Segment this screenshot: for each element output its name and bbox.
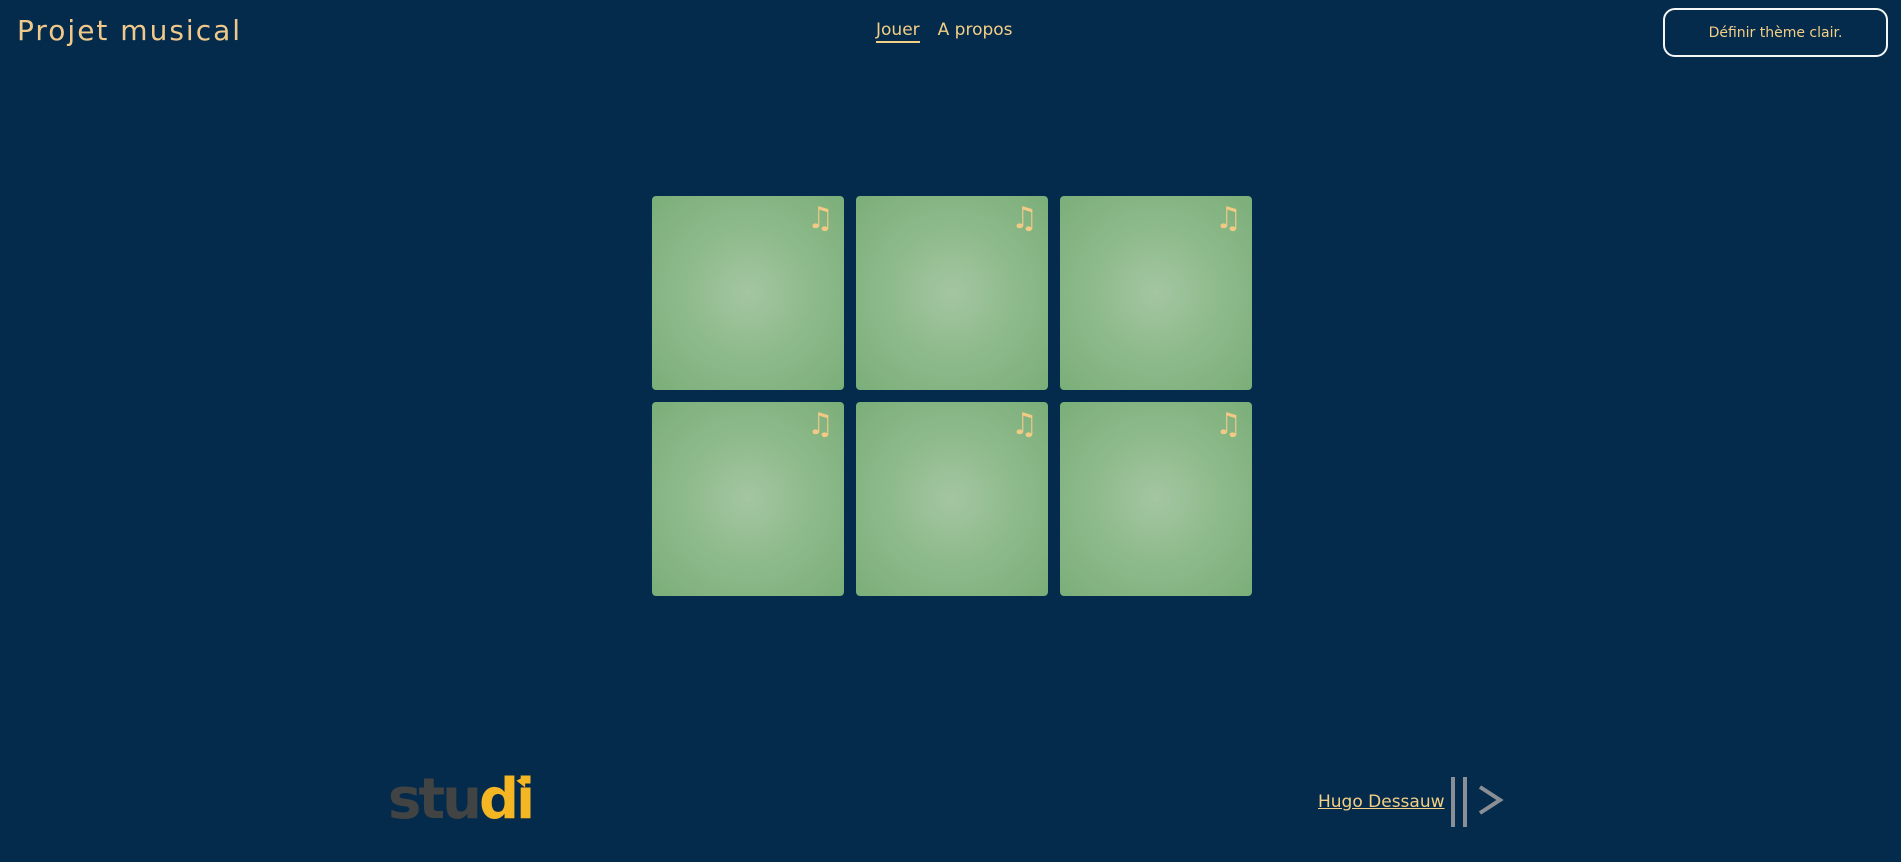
theme-toggle-button[interactable]: Définir thème clair. (1663, 8, 1888, 57)
site-title: Projet musical (17, 14, 243, 47)
music-note-icon: ♫ (1011, 407, 1038, 442)
header: Projet musical Jouer A propos Définir th… (0, 0, 1901, 70)
music-note-icon: ♫ (807, 407, 834, 442)
main-nav: Jouer A propos (876, 20, 1013, 43)
music-tile-1[interactable]: ♫ (652, 196, 844, 390)
music-note-icon: ♫ (1215, 407, 1242, 442)
music-tile-3[interactable]: ♫ (1060, 196, 1252, 390)
music-note-icon: ♫ (1215, 201, 1242, 236)
author-link[interactable]: Hugo Dessauw (1318, 792, 1445, 812)
game-board: ♫ ♫ ♫ ♫ ♫ ♫ (652, 196, 1252, 596)
music-tile-2[interactable]: ♫ (856, 196, 1048, 390)
studi-logo-stu: stu (388, 767, 482, 832)
music-tile-5[interactable]: ♫ (856, 402, 1048, 596)
chevron-right-logo-icon[interactable] (1445, 775, 1507, 830)
music-tile-6[interactable]: ♫ (1060, 402, 1252, 596)
nav-link-a-propos[interactable]: A propos (938, 20, 1013, 43)
music-note-icon: ♫ (1011, 201, 1038, 236)
music-note-icon: ♫ (807, 201, 834, 236)
studi-logo: studi (388, 767, 535, 832)
nav-link-jouer[interactable]: Jouer (876, 20, 920, 43)
music-tile-4[interactable]: ♫ (652, 402, 844, 596)
